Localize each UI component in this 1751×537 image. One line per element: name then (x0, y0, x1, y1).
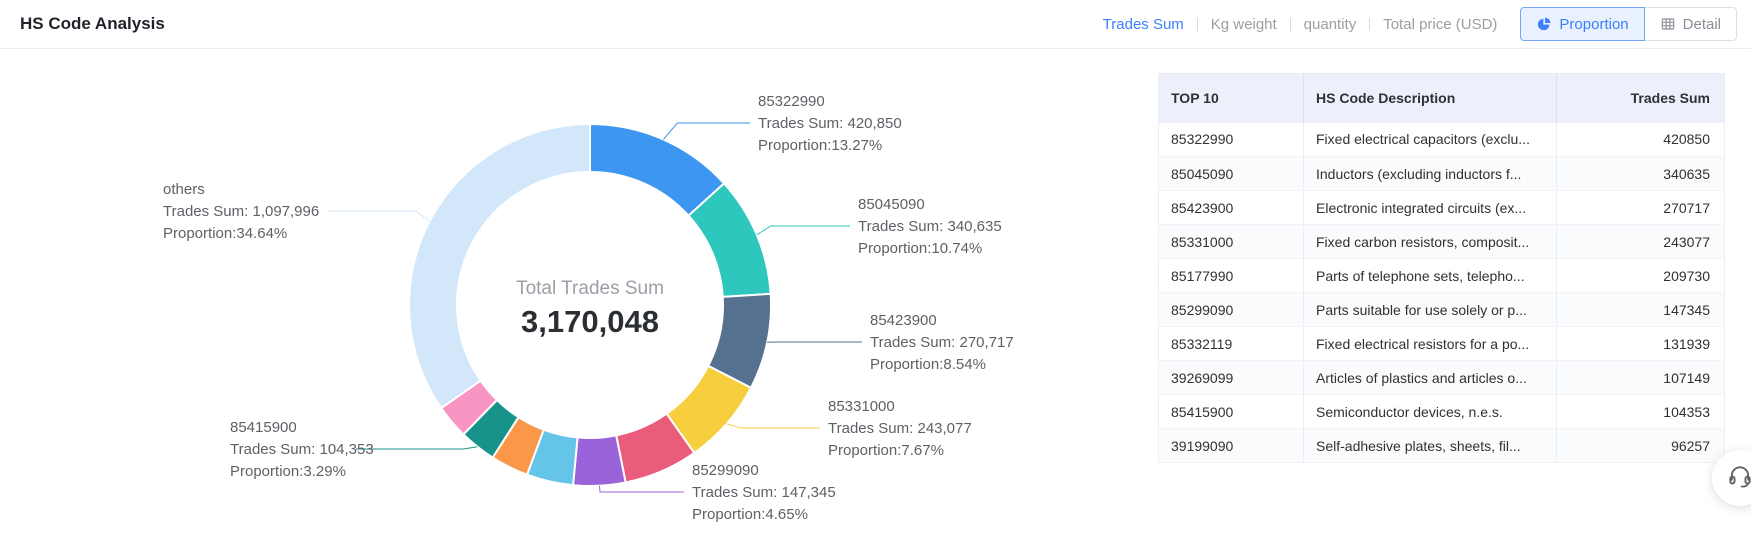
cell-code: 85423900 (1159, 191, 1304, 225)
pie-label-85322990-line1: 85322990 (758, 93, 825, 110)
pie-label-85322990-line2: Trades Sum: 420,850 (758, 115, 902, 132)
top10-table: TOP 10 HS Code Description Trades Sum 85… (1158, 73, 1725, 463)
cell-code: 85331000 (1159, 225, 1304, 259)
table-row[interactable]: 39269099Articles of plastics and article… (1159, 361, 1725, 395)
metric-switcher: Trades Sum Kg weight quantity Total price (… (1103, 16, 1498, 33)
cell-trades-sum: 104353 (1557, 395, 1725, 429)
metric-separator (1197, 18, 1198, 31)
table-row[interactable]: 85045090Inductors (excluding inductors f… (1159, 157, 1725, 191)
cell-trades-sum: 107149 (1557, 361, 1725, 395)
pie-slice-others[interactable] (409, 124, 590, 408)
pie-label-others-line2: Trades Sum: 1,097,996 (163, 203, 319, 220)
cell-trades-sum: 420850 (1557, 123, 1725, 157)
pie-label-85322990-line3: Proportion:13.27% (758, 137, 882, 154)
view-button-detail[interactable]: Detail (1644, 7, 1737, 41)
cell-description: Semiconductor devices, n.e.s. (1304, 395, 1557, 429)
table-row[interactable]: 85299090Parts suitable for use solely or… (1159, 293, 1725, 327)
pie-label-85045090-line1: 85045090 (858, 196, 925, 213)
pie-label-others-line3: Proportion:34.64% (163, 225, 287, 242)
cell-trades-sum: 131939 (1557, 327, 1725, 361)
metric-quantity[interactable]: quantity (1304, 16, 1357, 33)
cell-description: Fixed electrical resistors for a po... (1304, 327, 1557, 361)
table-row[interactable]: 85331000Fixed carbon resistors, composit… (1159, 225, 1725, 259)
metric-trades-sum[interactable]: Trades Sum (1103, 16, 1184, 33)
cell-code: 85045090 (1159, 157, 1304, 191)
cell-code: 39269099 (1159, 361, 1304, 395)
table-row[interactable]: 85322990Fixed electrical capacitors (exc… (1159, 123, 1725, 157)
label-line-85045090 (757, 226, 850, 235)
cell-code: 85415900 (1159, 395, 1304, 429)
pie-label-85415900-line1: 85415900 (230, 419, 297, 436)
pie-label-85331000-line2: Trades Sum: 243,077 (828, 420, 972, 437)
table-row[interactable]: 85332119Fixed electrical resistors for a… (1159, 327, 1725, 361)
label-line-85322990 (663, 123, 750, 140)
cell-code: 85299090 (1159, 293, 1304, 327)
cell-description: Fixed electrical capacitors (exclu... (1304, 123, 1557, 157)
pie-label-85331000-line1: 85331000 (828, 398, 895, 415)
cell-description: Fixed carbon resistors, composit... (1304, 225, 1557, 259)
cell-code: 85322990 (1159, 123, 1304, 157)
pie-label-85423900-line2: Trades Sum: 270,717 (870, 334, 1014, 351)
cell-trades-sum: 96257 (1557, 429, 1725, 463)
view-switcher: Proportion Detail (1520, 7, 1737, 41)
metric-kg-weight[interactable]: Kg weight (1211, 16, 1277, 33)
pie-label-85299090-line2: Trades Sum: 147,345 (692, 484, 836, 501)
pie-slice-85299090[interactable] (573, 435, 626, 486)
cell-trades-sum: 340635 (1557, 157, 1725, 191)
cell-trades-sum: 270717 (1557, 191, 1725, 225)
cell-code: 85332119 (1159, 327, 1304, 361)
pie-label-85415900-line2: Trades Sum: 104,353 (230, 441, 374, 458)
cell-trades-sum: 243077 (1557, 225, 1725, 259)
cell-description: Parts suitable for use solely or p... (1304, 293, 1557, 327)
pie-label-85045090-line2: Trades Sum: 340,635 (858, 218, 1002, 235)
pie-icon (1536, 16, 1552, 32)
label-line-85415900 (356, 447, 477, 449)
col-header-description: HS Code Description (1304, 74, 1557, 123)
table-row[interactable]: 85177990Parts of telephone sets, telepho… (1159, 259, 1725, 293)
cell-description: Parts of telephone sets, telepho... (1304, 259, 1557, 293)
pie-label-others-line1: others (163, 181, 205, 198)
header-nav: Trades Sum Kg weight quantity Total price (… (1103, 0, 1737, 48)
table-row[interactable]: 85423900Electronic integrated circuits (… (1159, 191, 1725, 225)
col-header-top10: TOP 10 (1159, 74, 1304, 123)
table-row[interactable]: 39199090Self-adhesive plates, sheets, fi… (1159, 429, 1725, 463)
pie-label-85045090-line3: Proportion:10.74% (858, 240, 982, 257)
label-line-others (328, 211, 430, 221)
cell-description: Inductors (excluding inductors f... (1304, 157, 1557, 191)
pie-label-85423900-line1: 85423900 (870, 312, 937, 329)
label-line-85299090 (599, 486, 684, 492)
metric-separator (1290, 18, 1291, 31)
table-row[interactable]: 85415900Semiconductor devices, n.e.s.104… (1159, 395, 1725, 429)
cell-description: Articles of plastics and articles o... (1304, 361, 1557, 395)
cell-code: 85177990 (1159, 259, 1304, 293)
pie-center-label: Total Trades Sum (516, 278, 664, 299)
table-icon (1660, 16, 1676, 32)
pie-center-value: 3,170,048 (521, 304, 659, 339)
table-header-row: TOP 10 HS Code Description Trades Sum (1159, 74, 1725, 123)
cell-trades-sum: 209730 (1557, 259, 1725, 293)
cell-description: Electronic integrated circuits (ex... (1304, 191, 1557, 225)
view-button-proportion[interactable]: Proportion (1520, 7, 1644, 41)
view-button-label: Proportion (1559, 16, 1628, 33)
hs-code-pie-chart: 85322990 Trades Sum: 420,850 Proportion:13… (0, 0, 1040, 537)
cell-code: 39199090 (1159, 429, 1304, 463)
pie-label-85331000-line3: Proportion:7.67% (828, 442, 944, 459)
metric-total-price-usd[interactable]: Total price (USD) (1383, 16, 1497, 33)
metric-separator (1369, 18, 1370, 31)
pie-label-85299090-line1: 85299090 (692, 462, 759, 479)
col-header-trades-sum: Trades Sum (1557, 74, 1725, 123)
pie-label-85299090-line3: Proportion:4.65% (692, 506, 808, 523)
pie-label-85423900-line3: Proportion:8.54% (870, 356, 986, 373)
label-line-85331000 (727, 424, 820, 428)
headset-icon (1727, 463, 1751, 494)
view-button-label: Detail (1683, 16, 1721, 33)
pie-label-85415900-line3: Proportion:3.29% (230, 463, 346, 480)
cell-trades-sum: 147345 (1557, 293, 1725, 327)
cell-description: Self-adhesive plates, sheets, fil... (1304, 429, 1557, 463)
